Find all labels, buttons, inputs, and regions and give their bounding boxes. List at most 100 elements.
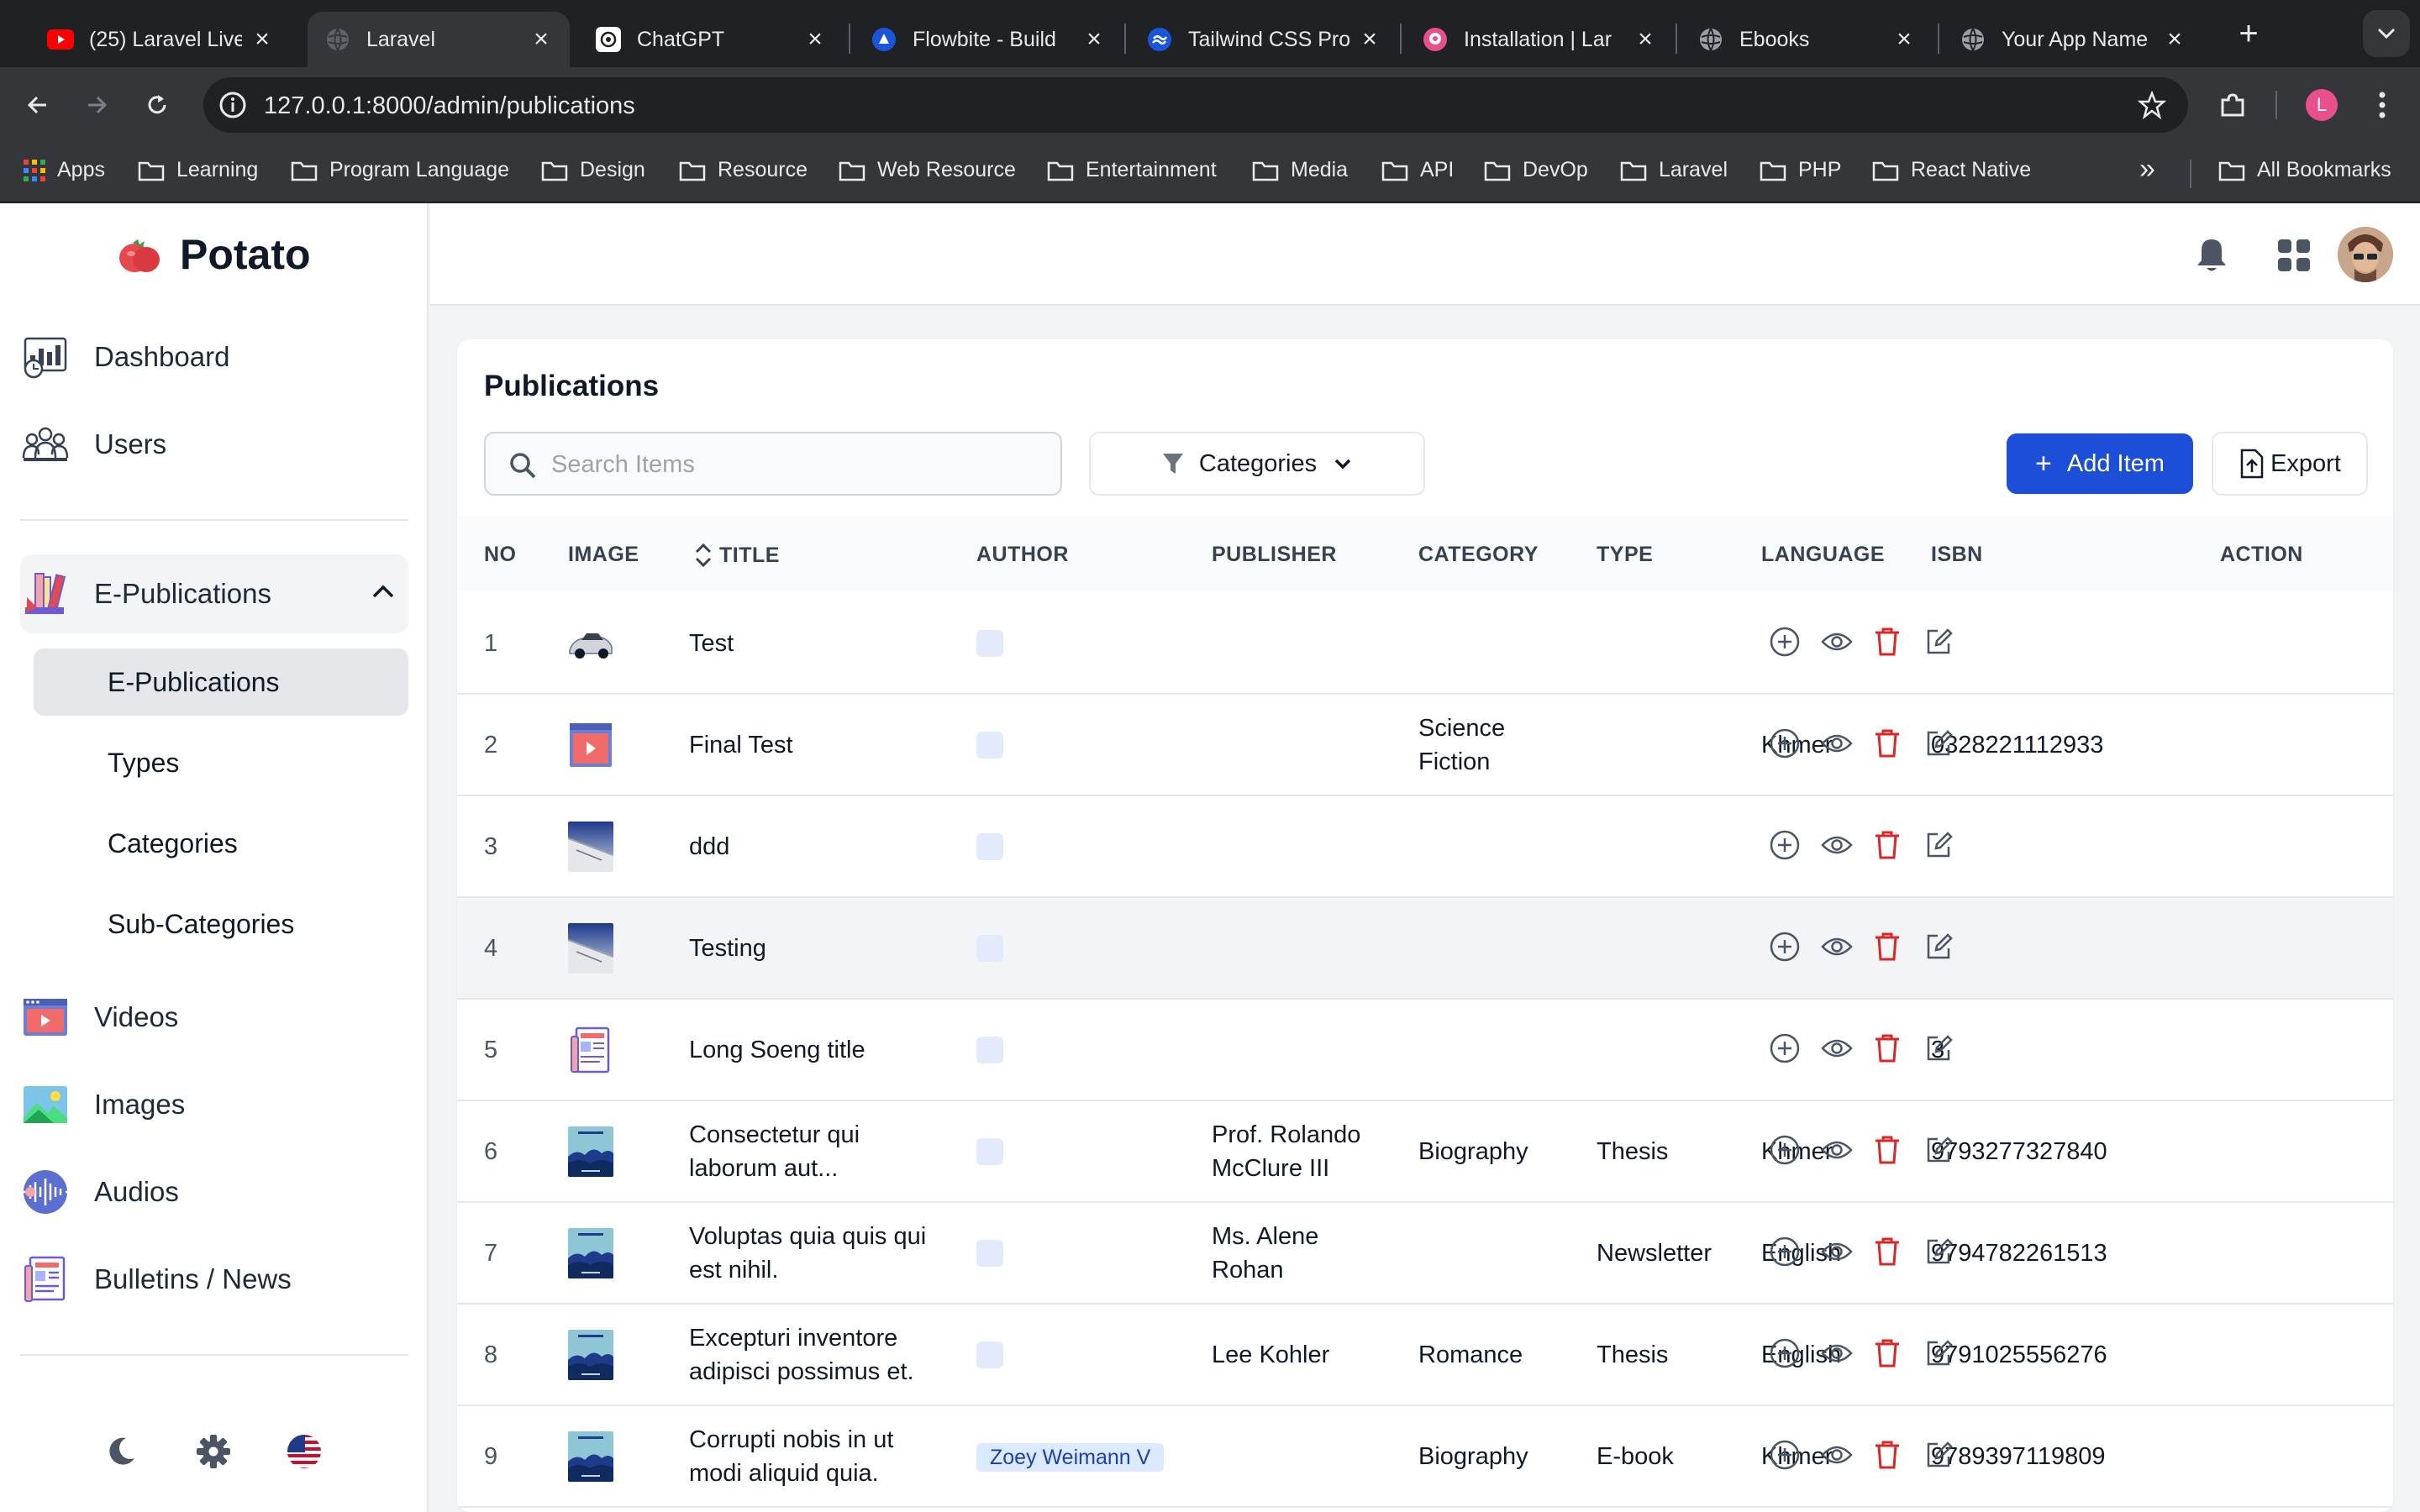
info-icon[interactable]	[217, 89, 249, 121]
table-row[interactable]: 9 Corrupti nobis in ut modi aliquid quia. Z…	[457, 1406, 2393, 1508]
publication-thumbnail[interactable]	[568, 1126, 613, 1177]
bookmark-folder[interactable]: PHP	[1760, 158, 1841, 182]
delete-action-button[interactable]	[1870, 627, 1904, 660]
dark-mode-toggle[interactable]	[103, 1433, 139, 1470]
add-action-button[interactable]	[1768, 830, 1802, 864]
publication-thumbnail[interactable]	[568, 923, 613, 974]
edit-action-button[interactable]	[1923, 1033, 1956, 1067]
browser-tab[interactable]: ChatGPT ×	[578, 12, 844, 67]
all-bookmarks-button[interactable]: All Bookmarks	[2218, 158, 2391, 182]
subnav-item-types[interactable]: Types	[34, 729, 408, 796]
categories-filter-button[interactable]: Categories	[1089, 432, 1425, 496]
delete-action-button[interactable]	[1870, 1236, 1904, 1270]
bookmark-folder[interactable]: Design	[541, 158, 645, 182]
subnav-item-sub-categories[interactable]: Sub-Categories	[34, 890, 408, 958]
author-badge[interactable]: Zoey Weimann V	[976, 1443, 1165, 1472]
view-action-button[interactable]	[1820, 1338, 1854, 1372]
table-row[interactable]: 8 Excepturi inventore adipisci possimus et…	[457, 1305, 2393, 1406]
publication-thumbnail[interactable]	[568, 1025, 613, 1075]
bookmark-folder[interactable]: API	[1381, 158, 1454, 182]
table-row[interactable]: 7 Voluptas quia quis qui est nihil. Ms. Ale…	[457, 1203, 2393, 1305]
view-action-button[interactable]	[1820, 1135, 1854, 1168]
browser-tab[interactable]: Your App Name ×	[1943, 12, 2203, 67]
delete-action-button[interactable]	[1870, 1338, 1904, 1372]
bookmark-folder[interactable]: React Native	[1872, 158, 2031, 182]
tab-search-button[interactable]	[2363, 10, 2410, 57]
chevron-up-icon[interactable]	[371, 583, 395, 600]
table-row[interactable]: 5 Long Soeng title 3	[457, 1000, 2393, 1101]
tab-close-icon[interactable]: ×	[2163, 25, 2186, 54]
publication-thumbnail[interactable]	[568, 822, 613, 872]
browser-tab[interactable]: (25) Laravel Live ×	[30, 12, 291, 67]
publication-thumbnail[interactable]	[568, 1228, 613, 1278]
sidebar-item-images[interactable]: Images	[20, 1065, 408, 1144]
view-action-button[interactable]	[1820, 627, 1854, 660]
publication-thumbnail[interactable]	[568, 1330, 613, 1380]
add-action-button[interactable]	[1768, 728, 1802, 762]
user-avatar[interactable]	[2338, 227, 2393, 282]
view-action-button[interactable]	[1820, 830, 1854, 864]
view-action-button[interactable]	[1820, 1236, 1854, 1270]
browser-tab-active[interactable]: Laravel ×	[308, 12, 570, 67]
edit-action-button[interactable]	[1923, 932, 1956, 965]
edit-action-button[interactable]	[1923, 830, 1956, 864]
add-action-button[interactable]	[1768, 1135, 1802, 1168]
view-action-button[interactable]	[1820, 1440, 1854, 1473]
search-input[interactable]	[551, 445, 1039, 484]
delete-action-button[interactable]	[1870, 728, 1904, 762]
bookmark-folder[interactable]: Entertainment	[1047, 158, 1217, 182]
brand-logo[interactable]: Potato	[114, 230, 311, 279]
edit-action-button[interactable]	[1923, 1338, 1956, 1372]
profile-button[interactable]: L	[2302, 86, 2341, 124]
table-row[interactable]: 2 Final Test Science Fiction Khmer 0328221112…	[457, 695, 2393, 796]
view-action-button[interactable]	[1820, 728, 1854, 762]
bookmark-apps[interactable]: Apps	[24, 158, 105, 182]
tab-close-icon[interactable]: ×	[529, 25, 553, 54]
edit-action-button[interactable]	[1923, 728, 1956, 762]
bookmark-folder[interactable]: Learning	[138, 158, 258, 182]
back-button[interactable]	[18, 86, 57, 124]
view-action-button[interactable]	[1820, 1033, 1854, 1067]
new-tab-button[interactable]: +	[2232, 13, 2265, 54]
add-action-button[interactable]	[1768, 1338, 1802, 1372]
delete-action-button[interactable]	[1870, 830, 1904, 864]
add-action-button[interactable]	[1768, 627, 1802, 660]
add-action-button[interactable]	[1768, 1236, 1802, 1270]
table-row[interactable]: 4 Testing	[457, 898, 2393, 1000]
browser-tab[interactable]: Tailwind CSS Pro ×	[1129, 12, 1398, 67]
edit-action-button[interactable]	[1923, 1135, 1956, 1168]
browser-tab[interactable]: Ebooks ×	[1681, 12, 1933, 67]
sidebar-item-e-publications[interactable]: E-Publications	[20, 554, 408, 633]
tab-close-icon[interactable]: ×	[1892, 25, 1916, 54]
add-item-button[interactable]: + Add Item	[2007, 433, 2193, 494]
url-text[interactable]: 127.0.0.1:8000/admin/publications	[264, 92, 635, 120]
bookmark-star-icon[interactable]	[2138, 91, 2166, 119]
add-action-button[interactable]	[1768, 932, 1802, 965]
delete-action-button[interactable]	[1870, 1135, 1904, 1168]
notifications-button[interactable]	[2188, 232, 2235, 279]
tab-close-icon[interactable]: ×	[803, 25, 827, 54]
address-bar[interactable]: 127.0.0.1:8000/admin/publications	[203, 77, 2188, 133]
subnav-item-e-publications[interactable]: E-Publications	[34, 648, 408, 716]
publication-thumbnail[interactable]	[568, 618, 613, 669]
tab-close-icon[interactable]: ×	[1634, 25, 1657, 54]
sidebar-item-users[interactable]: Users	[20, 405, 408, 484]
column-header-title[interactable]: TITLE	[694, 543, 780, 568]
bookmark-folder[interactable]: Resource	[679, 158, 808, 182]
bookmark-folder[interactable]: Media	[1252, 158, 1348, 182]
sidebar-item-audios[interactable]: Audios	[20, 1152, 408, 1231]
bookmark-folder[interactable]: DevOp	[1484, 158, 1588, 182]
add-action-button[interactable]	[1768, 1440, 1802, 1473]
bookmark-folder[interactable]: Laravel	[1620, 158, 1728, 182]
settings-button[interactable]	[195, 1433, 232, 1470]
browser-tab[interactable]: Installation | Lar ×	[1405, 12, 1674, 67]
sidebar-item-videos[interactable]: Videos	[20, 978, 408, 1057]
table-row[interactable]: 1 Test	[457, 593, 2393, 695]
tab-close-icon[interactable]: ×	[1082, 25, 1106, 54]
extensions-button[interactable]	[2213, 86, 2252, 124]
add-action-button[interactable]	[1768, 1033, 1802, 1067]
bookmark-folder[interactable]: Web Resource	[839, 158, 1016, 182]
publication-thumbnail[interactable]	[568, 1431, 613, 1482]
tab-close-icon[interactable]: ×	[250, 25, 274, 54]
publication-thumbnail[interactable]	[568, 720, 613, 770]
